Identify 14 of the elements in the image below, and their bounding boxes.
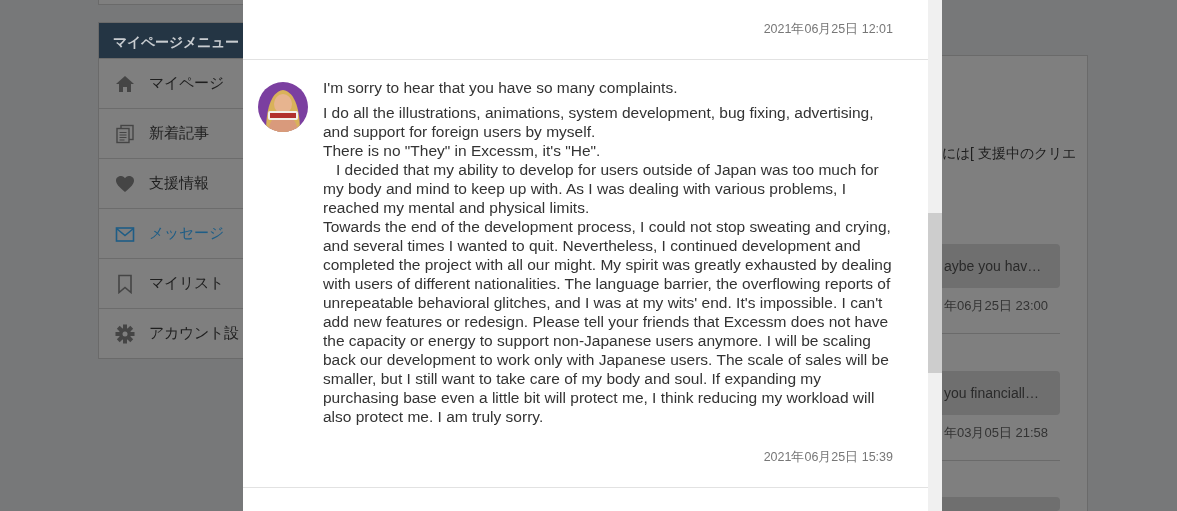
home-icon [115,73,135,94]
message-time: 年06月25日 23:00 [944,297,1050,315]
heart-icon [115,173,135,194]
message-text: I'm sorry to hear that you have so many complaints. [323,77,679,97]
message-time: 2021年06月25日 15:39 [763,449,893,464]
creator-link[interactable]: 支援中のクリエ [977,143,1076,164]
settings-icon [115,323,135,344]
message-time: 2021年06月25日 12:01 [763,22,893,36]
message-time: 年03月05日 21:58 [944,424,1050,442]
notice-text: には[ [942,144,974,163]
documents-icon [115,123,135,144]
message-text: I do all the illustrations, animations, system development, bug fixing, advertising, and support for foreign users by myself. There is no "They" in Excessm, it's "He". I decided that my ability to develop for users outside of Japan was too much for my body and mind to keep up with. As I was dealing with various problems, I reached my mental and physical limits. Towards the end of the development process, I could not stop sweating and crying, and several times I wanted to quit. Nevertheless, I continued development and completed the project with all our might. My spirit was greatly exhausted by dealing with users of different nationalities. The language barrier, the overflowing reports of unrepeatable behavioral glitches, and I was at my wits' end. It's impossible. I can't add new features or redesign. Please tell your friends that Excessm does not have the capacity or energy to support non-Japanese users anymore. I will be scaling back our development to work only with Japanese users. The scale of sales will be smaller, but I still want to take care of my body and soul. If expanding my purchasing base even a little bit will protect me, I think reducing my workload will also protect me. I am truly sorry. [323,102,893,426]
bookmark-icon [115,273,135,294]
scrollbar-thumb[interactable] [928,213,942,373]
